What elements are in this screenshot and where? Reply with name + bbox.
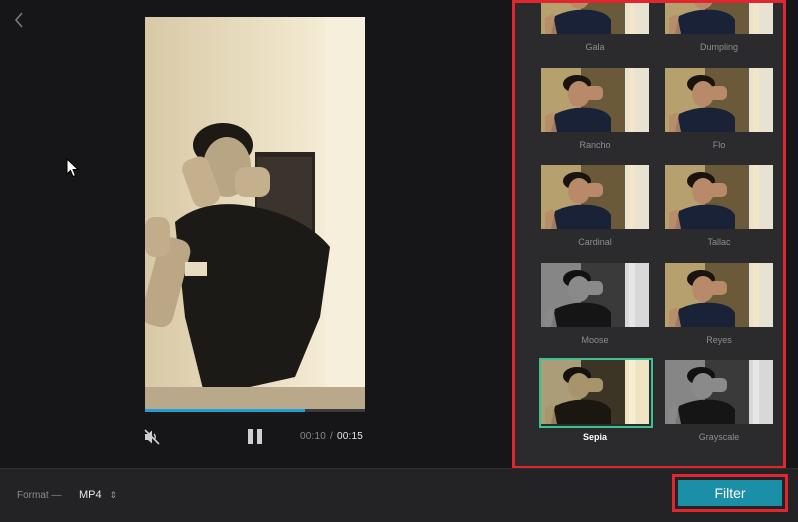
filter-tile-grayscale[interactable]: Grayscale bbox=[665, 360, 779, 450]
filter-label: Dumpling bbox=[699, 42, 739, 52]
bottom-bar: Format — MP4 ⇕ Filter bbox=[0, 468, 798, 522]
filter-tile-tallac[interactable]: Tallac bbox=[665, 165, 779, 255]
filter-label: Tallac bbox=[707, 237, 731, 247]
filter-thumbnail bbox=[665, 262, 773, 327]
playback-progress-fill bbox=[145, 409, 305, 412]
filter-thumbnail bbox=[541, 262, 649, 327]
filter-button-highlight: Filter bbox=[672, 474, 788, 512]
filter-tile-dumpling[interactable]: Dumpling bbox=[665, 3, 779, 60]
video-preview[interactable] bbox=[145, 17, 365, 409]
filter-thumbnail bbox=[665, 360, 773, 424]
pause-button[interactable] bbox=[247, 429, 263, 445]
filter-thumbnail bbox=[541, 3, 649, 34]
filter-tile-rancho[interactable]: Rancho bbox=[541, 67, 655, 158]
total-time: 00:15 bbox=[337, 431, 364, 442]
format-select[interactable]: MP4 ⇕ bbox=[79, 489, 117, 501]
filter-label: Grayscale bbox=[698, 432, 740, 442]
filter-label: Rancho bbox=[579, 139, 611, 150]
filter-thumbnail bbox=[665, 3, 773, 34]
filter-label: Gala bbox=[585, 42, 605, 52]
time-separator: / bbox=[330, 431, 334, 442]
filter-tile-flo[interactable]: Flo bbox=[665, 67, 779, 158]
filter-thumbnail bbox=[539, 358, 653, 428]
filter-tile-cardinal[interactable]: Cardinal bbox=[541, 165, 655, 255]
filter-tile-sepia[interactable]: Sepia bbox=[539, 358, 655, 450]
filter-button[interactable]: Filter bbox=[678, 480, 782, 506]
time-display: 00:10/00:15 bbox=[300, 431, 363, 442]
filter-label: Flo bbox=[712, 139, 726, 150]
filter-thumbnail bbox=[665, 67, 773, 132]
filter-label: Moose bbox=[581, 334, 609, 345]
filter-tile-reyes[interactable]: Reyes bbox=[665, 262, 779, 353]
preview-area: 00:10/00:15 bbox=[0, 0, 512, 468]
playback-progress-bar[interactable] bbox=[145, 409, 365, 412]
mouse-pointer-icon bbox=[66, 158, 80, 178]
format-label: Format — bbox=[17, 490, 62, 501]
filter-label: Reyes bbox=[706, 334, 732, 345]
current-time: 00:10 bbox=[300, 431, 327, 442]
filter-tile-moose[interactable]: Moose bbox=[541, 262, 655, 353]
filter-panel: Gala Dumpling Rancho Flo Cardinal Tallac Moose… bbox=[512, 0, 786, 469]
filter-thumbnail bbox=[665, 165, 773, 229]
filter-label: Sepia bbox=[582, 432, 607, 442]
filter-thumbnail bbox=[541, 67, 649, 132]
sort-arrows-icon: ⇕ bbox=[109, 490, 118, 500]
filter-label: Cardinal bbox=[578, 237, 612, 247]
filter-thumbnail bbox=[541, 165, 649, 229]
filter-tile-gala[interactable]: Gala bbox=[541, 3, 655, 60]
back-arrow-icon[interactable] bbox=[10, 10, 30, 30]
format-value: MP4 bbox=[79, 489, 102, 501]
mute-icon[interactable] bbox=[143, 428, 161, 446]
